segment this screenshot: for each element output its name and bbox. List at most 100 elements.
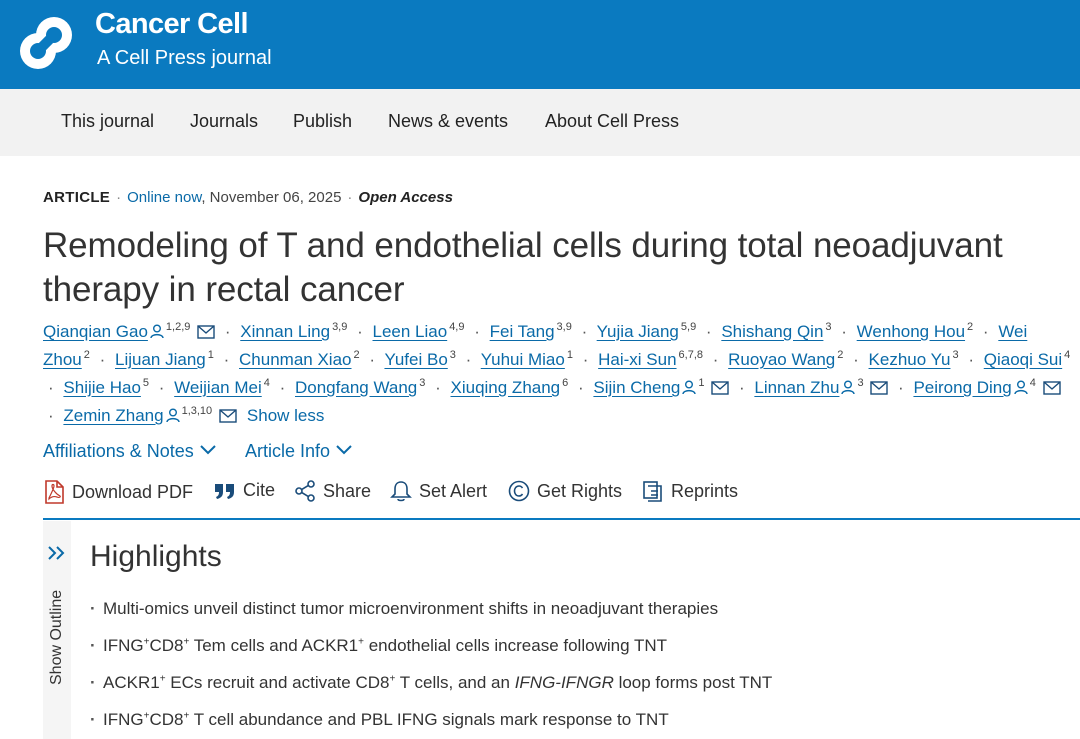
- author-entry: Kezhuo Yu 3: [869, 350, 959, 369]
- get-rights-label: Get Rights: [537, 480, 623, 501]
- affiliation-superscript[interactable]: 3: [825, 321, 831, 333]
- affiliation-superscript[interactable]: 3: [857, 377, 863, 389]
- author-entry: Weijian Mei 4: [174, 378, 270, 397]
- affiliation-superscript[interactable]: 4: [1064, 349, 1070, 361]
- author-name-link[interactable]: Chunman Xiao: [239, 350, 351, 369]
- author-entry: Yuhui Miao 1: [481, 350, 573, 369]
- affiliation-superscript[interactable]: 4: [264, 377, 270, 389]
- author-name-link[interactable]: Lijuan Jiang: [115, 350, 206, 369]
- author-entry: Qiaoqi Sui 4: [984, 350, 1071, 369]
- author-entry: Shishang Qin 3: [721, 322, 831, 341]
- toolbar-divider: [43, 518, 1080, 520]
- author-name-link[interactable]: Dongfang Wang: [295, 378, 417, 397]
- share-label: Share: [323, 480, 372, 501]
- author-separator: ·: [99, 350, 106, 369]
- nav-publish[interactable]: Publish: [293, 111, 352, 132]
- chevron-down-icon: [336, 445, 352, 455]
- author-name-link[interactable]: Fei Tang: [490, 322, 555, 341]
- set-alert-button[interactable]: Set Alert: [390, 480, 487, 502]
- mail-icon[interactable]: [1042, 381, 1061, 395]
- author-name-link[interactable]: Yuhui Miao: [481, 350, 565, 369]
- affiliation-superscript[interactable]: 1,3,10: [182, 405, 213, 417]
- author-entry: Hai-xi Sun 6,7,8: [598, 350, 703, 369]
- show-less-authors-button[interactable]: Show less: [247, 406, 324, 425]
- author-name-link[interactable]: Xinnan Ling: [240, 322, 330, 341]
- affiliation-superscript[interactable]: 3,9: [332, 321, 347, 333]
- separator-dot: ·: [116, 189, 122, 206]
- author-separator: ·: [224, 322, 231, 341]
- nav-this-journal[interactable]: This journal: [61, 111, 154, 132]
- affiliations-notes-toggle[interactable]: Affiliations & Notes: [43, 441, 216, 462]
- author-name-link[interactable]: Peirong Ding: [913, 378, 1011, 397]
- affiliation-superscript[interactable]: 1: [567, 349, 573, 361]
- author-separator: ·: [435, 378, 441, 397]
- author-name-link[interactable]: Qiaoqi Sui: [984, 350, 1062, 369]
- author-name-link[interactable]: Shishang Qin: [721, 322, 823, 341]
- affiliation-superscript[interactable]: 2: [837, 349, 843, 361]
- author-separator: ·: [223, 350, 230, 369]
- author-separator: ·: [357, 322, 363, 341]
- author-name-link[interactable]: Linnan Zhu: [754, 378, 839, 397]
- affiliation-superscript[interactable]: 2: [84, 349, 90, 361]
- show-outline-label[interactable]: Show Outline: [48, 590, 66, 685]
- reprints-button[interactable]: Reprints: [642, 480, 738, 502]
- affiliation-superscript[interactable]: 2: [967, 321, 973, 333]
- author-name-link[interactable]: Qianqian Gao: [43, 322, 148, 341]
- affiliation-superscript[interactable]: 1: [698, 377, 704, 389]
- affiliation-superscript[interactable]: 1: [208, 349, 214, 361]
- author-separator: ·: [712, 350, 719, 369]
- author-name-link[interactable]: Shijie Hao: [63, 378, 141, 397]
- reprints-icon: [643, 481, 662, 502]
- journal-title[interactable]: Cancer Cell: [95, 8, 249, 41]
- person-icon: [165, 408, 180, 423]
- affiliation-superscript[interactable]: 1,2,9: [166, 321, 190, 333]
- online-now-link[interactable]: Online now: [127, 189, 201, 206]
- nav-news-events[interactable]: News & events: [388, 111, 508, 132]
- affiliation-superscript[interactable]: 3: [952, 349, 958, 361]
- highlight-item: ACKR1+ ECs recruit and activate CD8+ T c…: [90, 670, 1070, 707]
- author-name-link[interactable]: Kezhuo Yu: [869, 350, 951, 369]
- affiliation-superscript[interactable]: 4: [1030, 377, 1036, 389]
- mail-icon[interactable]: [197, 325, 215, 339]
- nav-journals[interactable]: Journals: [190, 111, 258, 132]
- author-name-link[interactable]: Weijian Mei: [174, 378, 262, 397]
- author-name-link[interactable]: Zemin Zhang: [63, 406, 163, 425]
- affiliation-superscript[interactable]: 5: [143, 377, 149, 389]
- article-info-toggle[interactable]: Article Info: [245, 441, 352, 462]
- cite-button[interactable]: Cite: [214, 480, 275, 501]
- chevron-down-icon: [200, 445, 216, 455]
- journal-subtitle: A Cell Press journal: [97, 47, 272, 69]
- mail-icon[interactable]: [711, 381, 729, 395]
- reprints-label: Reprints: [671, 480, 739, 501]
- set-alert-label: Set Alert: [419, 480, 488, 501]
- author-name-link[interactable]: Xiuqing Zhang: [451, 378, 561, 397]
- mail-icon[interactable]: [870, 381, 888, 395]
- mail-icon[interactable]: [219, 409, 237, 423]
- article-meta: ARTICLE · Online now, November 06, 2025 · Op…: [43, 189, 453, 206]
- author-name-link[interactable]: Sijin Cheng: [593, 378, 680, 397]
- download-pdf-button[interactable]: Download PDF: [43, 480, 193, 504]
- highlight-item: IFNG+CD8+ Tem cells and ACKR1+ endotheli…: [90, 633, 1070, 670]
- affiliation-superscript[interactable]: 6,7,8: [679, 349, 703, 361]
- nav-about-cell-press[interactable]: About Cell Press: [545, 111, 679, 132]
- affiliation-superscript[interactable]: 2: [354, 349, 360, 361]
- author-name-link[interactable]: Leen Liao: [373, 322, 448, 341]
- author-name-link[interactable]: Yujia Jiang: [597, 322, 679, 341]
- author-name-link[interactable]: Yufei Bo: [384, 350, 447, 369]
- author-separator: ·: [158, 378, 165, 397]
- separator-dot: ·: [347, 189, 353, 206]
- author-name-link[interactable]: Hai-xi Sun: [598, 350, 676, 369]
- get-rights-button[interactable]: Get Rights: [508, 480, 622, 502]
- affiliation-superscript[interactable]: 6: [562, 377, 568, 389]
- affiliation-superscript[interactable]: 5,9: [681, 321, 696, 333]
- affiliation-superscript[interactable]: 3,9: [557, 321, 572, 333]
- cell-press-logo-icon[interactable]: [14, 11, 78, 75]
- affiliation-superscript[interactable]: 3: [450, 349, 456, 361]
- affiliation-superscript[interactable]: 3: [419, 377, 425, 389]
- cite-label: Cite: [243, 480, 276, 500]
- author-name-link[interactable]: Ruoyao Wang: [728, 350, 835, 369]
- author-name-link[interactable]: Wenhong Hou: [857, 322, 965, 341]
- affiliation-superscript[interactable]: 4,9: [449, 321, 464, 333]
- share-button[interactable]: Share: [294, 480, 371, 502]
- author-entry: Yufei Bo 3: [384, 350, 455, 369]
